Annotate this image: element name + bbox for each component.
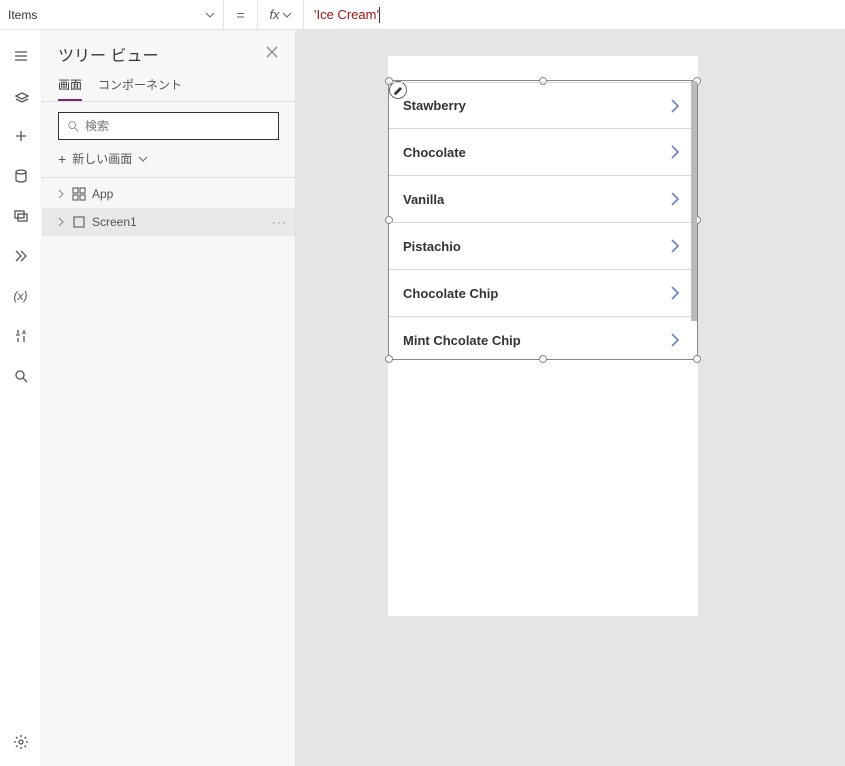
chevron-right-icon[interactable] — [669, 98, 681, 114]
item-title: Pistachio — [403, 239, 461, 254]
text-cursor — [379, 7, 380, 23]
search-icon[interactable] — [0, 358, 42, 394]
settings-icon[interactable] — [0, 724, 42, 760]
variables-icon[interactable]: (x) — [0, 278, 42, 314]
formula-input[interactable]: 'Ice Cream' — [304, 0, 845, 29]
chevron-down-icon — [282, 10, 292, 20]
resize-handle[interactable] — [693, 355, 701, 363]
scrollbar[interactable] — [691, 81, 697, 321]
gallery-control[interactable]: Stawberry Chocolate Vanilla Pistachio Ch… — [389, 81, 691, 359]
item-title: Chocolate Chip — [403, 286, 498, 301]
node-more-button[interactable]: ··· — [272, 215, 287, 229]
list-item[interactable]: Chocolate Chip — [389, 270, 691, 317]
fx-button[interactable]: fx — [258, 0, 304, 29]
plus-icon: + — [58, 151, 66, 167]
tree-search-input[interactable] — [85, 119, 270, 133]
chevron-right-icon[interactable] — [669, 191, 681, 207]
app-icon — [72, 187, 86, 201]
list-item[interactable]: Vanilla — [389, 176, 691, 223]
chevron-right-icon — [56, 217, 66, 227]
node-app-label: App — [92, 187, 113, 201]
data-icon[interactable] — [0, 158, 42, 194]
selection-box[interactable]: Stawberry Chocolate Vanilla Pistachio Ch… — [388, 80, 698, 360]
tree-search[interactable] — [58, 112, 279, 140]
fx-label: fx — [269, 7, 279, 22]
item-title: Vanilla — [403, 192, 444, 207]
left-rail: (x) — [0, 30, 42, 766]
search-icon — [67, 120, 79, 132]
chevron-down-icon — [138, 154, 148, 164]
close-panel-button[interactable] — [265, 45, 279, 64]
tab-components[interactable]: コンポーネント — [98, 76, 182, 101]
media-icon[interactable] — [0, 198, 42, 234]
node-app[interactable]: App — [42, 180, 295, 208]
tree-view-icon[interactable] — [0, 78, 42, 114]
chevron-down-icon — [205, 10, 215, 20]
formula-value: 'Ice Cream' — [314, 7, 379, 22]
equals-label: = — [224, 0, 258, 29]
item-title: Mint Chcolate Chip — [403, 333, 521, 348]
new-screen-button[interactable]: + 新しい画面 — [42, 146, 295, 178]
chevron-right-icon[interactable] — [669, 144, 681, 160]
new-screen-label: 新しい画面 — [72, 150, 132, 167]
property-dropdown-label: Items — [8, 8, 37, 22]
chevron-right-icon[interactable] — [669, 238, 681, 254]
list-item[interactable]: Mint Chcolate Chip — [389, 317, 691, 359]
node-screen1[interactable]: Screen1 ··· — [42, 208, 295, 236]
chevron-right-icon[interactable] — [669, 332, 681, 348]
list-item[interactable]: Pistachio — [389, 223, 691, 270]
chevron-right-icon — [56, 189, 66, 199]
list-item[interactable]: Chocolate — [389, 129, 691, 176]
formula-bar: Items = fx 'Ice Cream' — [0, 0, 845, 30]
item-title: Chocolate — [403, 145, 466, 160]
tree-title: ツリー ビュー — [58, 42, 158, 66]
insert-icon[interactable] — [0, 118, 42, 154]
chevron-right-icon[interactable] — [669, 285, 681, 301]
node-screen1-label: Screen1 — [92, 215, 137, 229]
screen-icon — [72, 215, 86, 229]
property-dropdown[interactable]: Items — [0, 0, 224, 29]
canvas[interactable]: Stawberry Chocolate Vanilla Pistachio Ch… — [296, 30, 845, 766]
flows-icon[interactable] — [0, 238, 42, 274]
main-area: (x) ツリー ビュー 画面 コンポーネント + 新しい画面 App — [0, 30, 845, 766]
hamburger-icon[interactable] — [0, 38, 42, 74]
tab-screens[interactable]: 画面 — [58, 76, 82, 101]
tools-icon[interactable] — [0, 318, 42, 354]
tree-panel: ツリー ビュー 画面 コンポーネント + 新しい画面 App Scre — [42, 30, 296, 766]
list-item[interactable]: Stawberry — [389, 82, 691, 129]
item-title: Stawberry — [403, 98, 466, 113]
